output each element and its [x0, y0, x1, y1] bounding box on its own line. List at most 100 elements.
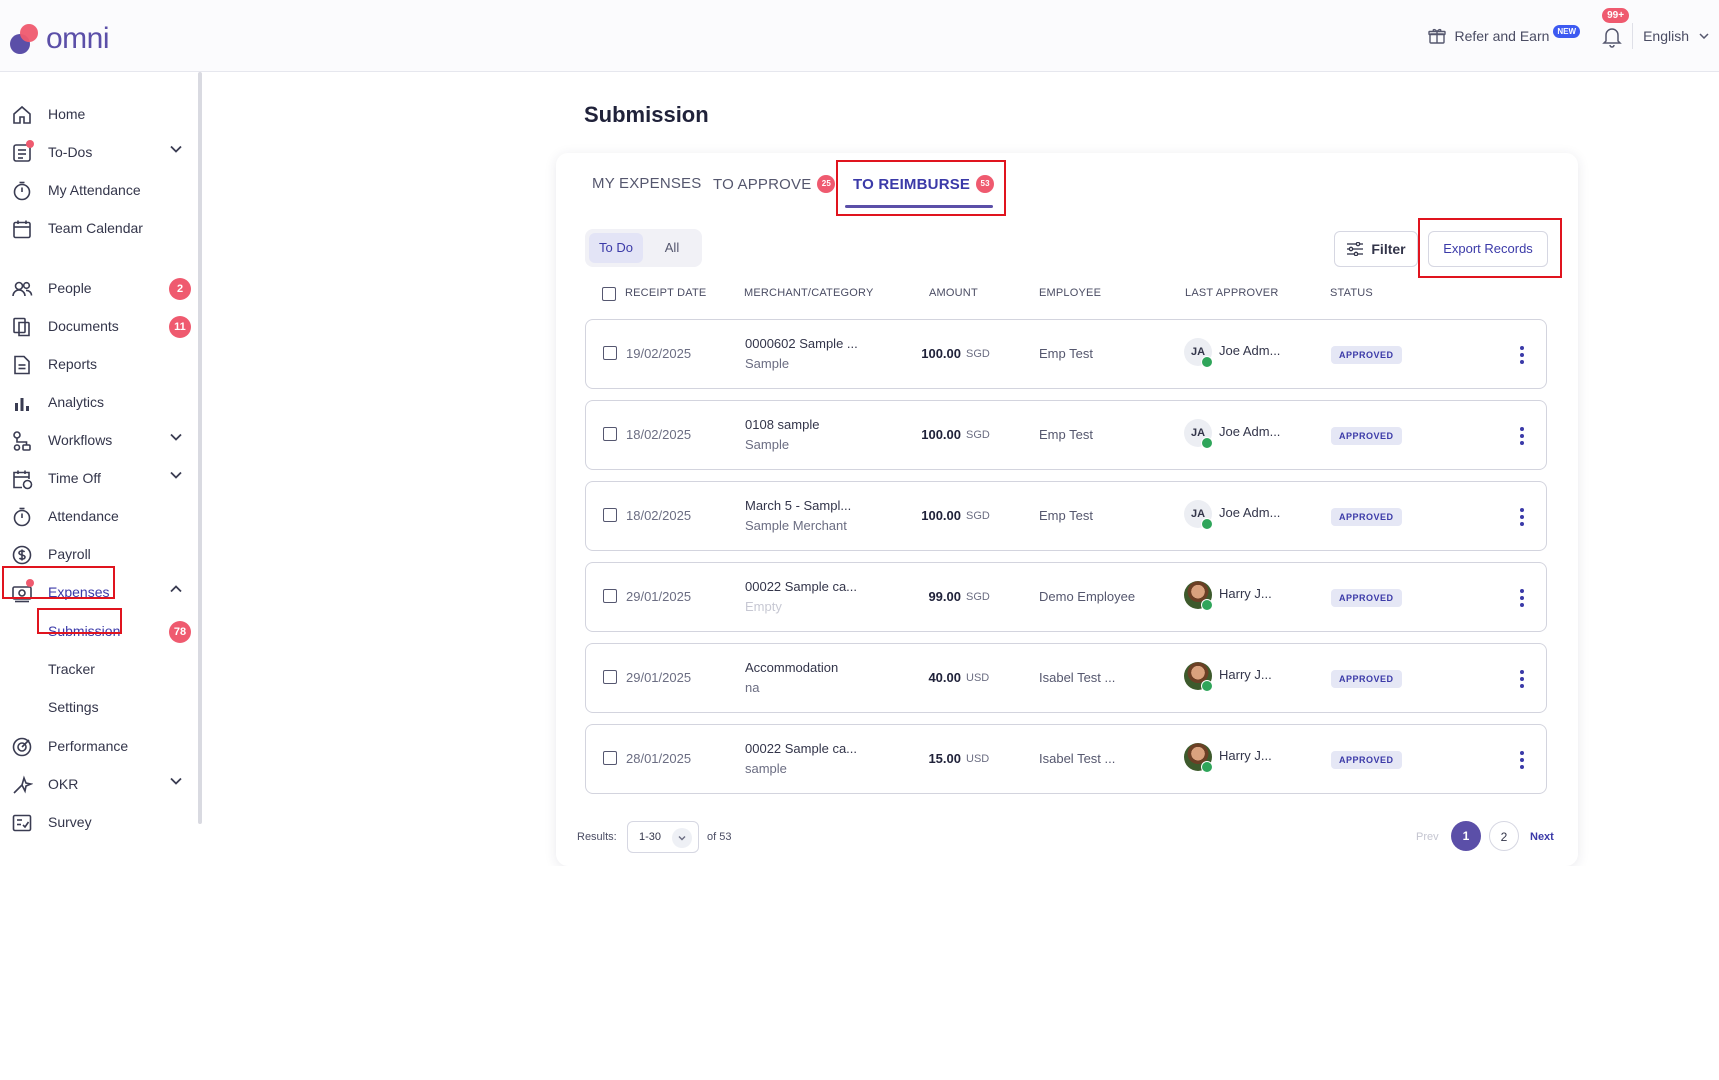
notification-bell[interactable]: 99+ — [1600, 8, 1630, 48]
sidebar-item-tracker[interactable]: Tracker — [0, 651, 196, 687]
sidebar-item-reports[interactable]: Reports — [0, 346, 196, 382]
row-checkbox[interactable] — [603, 508, 617, 522]
more-options-icon[interactable] — [1520, 346, 1524, 367]
expense-category: Empty — [745, 599, 782, 614]
more-options-icon[interactable] — [1520, 589, 1524, 610]
sidebar-item-my-attendance[interactable]: My Attendance — [0, 172, 196, 208]
header-divider — [1632, 23, 1634, 49]
language-selector[interactable]: English — [1643, 28, 1709, 44]
row-checkbox[interactable] — [603, 346, 617, 360]
approver-name: Harry J... — [1219, 586, 1272, 601]
column-header-merchant-category[interactable]: MERCHANT/CATEGORY — [744, 287, 874, 299]
page-2-button[interactable]: 2 — [1489, 821, 1519, 851]
table-row[interactable]: 18/02/2025 March 5 - Sampl... Sample Mer… — [585, 481, 1547, 551]
sidebar-item-analytics[interactable]: Analytics — [0, 384, 196, 420]
status-badge: APPROVED — [1331, 589, 1402, 607]
tab-to-approve[interactable]: TO APPROVE 25 — [713, 175, 836, 193]
filter-label: Filter — [1371, 241, 1406, 257]
sidebar-item-survey[interactable]: Survey — [0, 804, 196, 840]
sidebar-item-label: Settings — [48, 699, 99, 715]
employee-name: Isabel Test ... — [1039, 670, 1116, 685]
chevron-down-icon — [170, 433, 182, 441]
merchant-name: 0108 sample — [745, 417, 820, 432]
sidebar-item-documents[interactable]: Documents 11 — [0, 308, 196, 344]
todo-alert-dot — [26, 140, 34, 148]
expenses-highlight-box — [2, 566, 115, 599]
sidebar-item-todos[interactable]: To-Dos — [0, 134, 196, 170]
more-options-icon[interactable] — [1520, 670, 1524, 691]
verified-check-icon — [1201, 680, 1213, 692]
table-row[interactable]: 18/02/2025 0108 sample Sample 100.00 SGD… — [585, 400, 1547, 470]
submission-highlight-box — [37, 608, 122, 634]
refer-and-earn-link[interactable]: Refer and Earn NEW — [1428, 24, 1581, 45]
currency: USD — [966, 753, 990, 765]
table-row[interactable]: 28/01/2025 00022 Sample ca... sample 15.… — [585, 724, 1547, 794]
sidebar-item-okr[interactable]: OKR — [0, 766, 196, 802]
sidebar-scrollbar[interactable] — [198, 72, 202, 824]
receipt-date: 18/02/2025 — [626, 508, 692, 523]
merchant-name: Accommodation — [745, 660, 839, 675]
calendar-icon — [13, 220, 31, 239]
more-options-icon[interactable] — [1520, 427, 1524, 448]
expense-category: Sample Merchant — [745, 518, 847, 533]
employee-name: Emp Test — [1039, 427, 1093, 442]
sidebar-item-label: Attendance — [48, 508, 119, 524]
filter-button[interactable]: Filter — [1334, 231, 1418, 267]
row-checkbox[interactable] — [603, 751, 617, 765]
segment-to-do[interactable]: To Do — [589, 233, 643, 263]
merchant-name: March 5 - Sampl... — [745, 498, 852, 513]
verified-check-icon — [1201, 356, 1213, 368]
verified-check-icon — [1201, 761, 1213, 773]
next-page-button[interactable]: Next — [1530, 831, 1554, 843]
more-options-icon[interactable] — [1520, 751, 1524, 772]
approver-name: Joe Adm... — [1219, 505, 1281, 520]
todo-all-toggle: To Do All — [585, 229, 702, 267]
home-icon — [13, 105, 31, 124]
amount-value: 15.00 — [928, 751, 961, 766]
verified-check-icon — [1201, 437, 1213, 449]
column-header-receipt-date[interactable]: RECEIPT DATE — [625, 287, 706, 299]
row-checkbox[interactable] — [603, 589, 617, 603]
status-badge: APPROVED — [1331, 427, 1402, 445]
table-row[interactable]: 19/02/2025 0000602 Sample ... Sample 100… — [585, 319, 1547, 389]
sidebar-item-people[interactable]: People 2 — [0, 270, 196, 306]
table-row[interactable]: 29/01/2025 Accommodation na 40.00 USD Is… — [585, 643, 1547, 713]
sidebar-item-team-calendar[interactable]: Team Calendar — [0, 210, 196, 246]
submission-count-badge: 78 — [169, 621, 191, 643]
column-header-last-approver[interactable]: LAST APPROVER — [1185, 287, 1279, 299]
sidebar-item-label: Time Off — [48, 470, 101, 486]
sidebar-item-label: Survey — [48, 814, 92, 830]
segment-all[interactable]: All — [647, 233, 697, 263]
documents-icon — [13, 317, 30, 337]
receipt-date: 29/01/2025 — [626, 670, 692, 685]
sidebar-item-workflows[interactable]: Workflows — [0, 422, 196, 458]
column-header-employee[interactable]: EMPLOYEE — [1039, 287, 1101, 299]
results-per-page-select[interactable]: 1-30 — [627, 821, 699, 853]
sidebar-item-home[interactable]: Home — [0, 96, 196, 132]
more-options-icon[interactable] — [1520, 508, 1524, 529]
prev-page-button[interactable]: Prev — [1416, 831, 1439, 843]
results-label: Results: — [577, 831, 617, 843]
expense-category: na — [745, 680, 760, 695]
page-1-button[interactable]: 1 — [1451, 821, 1481, 851]
row-checkbox[interactable] — [603, 427, 617, 441]
tab-my-expenses[interactable]: MY EXPENSES — [592, 175, 701, 192]
table-row[interactable]: 29/01/2025 00022 Sample ca... Empty 99.0… — [585, 562, 1547, 632]
verified-check-icon — [1201, 599, 1213, 611]
sidebar-item-label: Analytics — [48, 394, 105, 410]
logo[interactable]: omni — [10, 22, 110, 56]
page-title: Submission — [584, 102, 709, 127]
refer-label: Refer and Earn — [1454, 28, 1550, 44]
select-all-checkbox[interactable] — [602, 287, 616, 301]
row-checkbox[interactable] — [603, 670, 617, 684]
verified-check-icon — [1201, 518, 1213, 530]
sidebar-item-performance[interactable]: Performance — [0, 728, 196, 764]
sidebar-item-settings[interactable]: Settings — [0, 689, 196, 725]
top-bar: omni Refer and Earn NEW 99+ English — [0, 0, 1719, 72]
column-header-status[interactable]: STATUS — [1330, 287, 1373, 299]
sidebar-item-label: People — [48, 280, 92, 296]
currency: USD — [966, 672, 990, 684]
column-header-amount[interactable]: AMOUNT — [929, 287, 978, 299]
sidebar-item-attendance[interactable]: Attendance — [0, 498, 196, 534]
sidebar-item-time-off[interactable]: Time Off — [0, 460, 196, 496]
